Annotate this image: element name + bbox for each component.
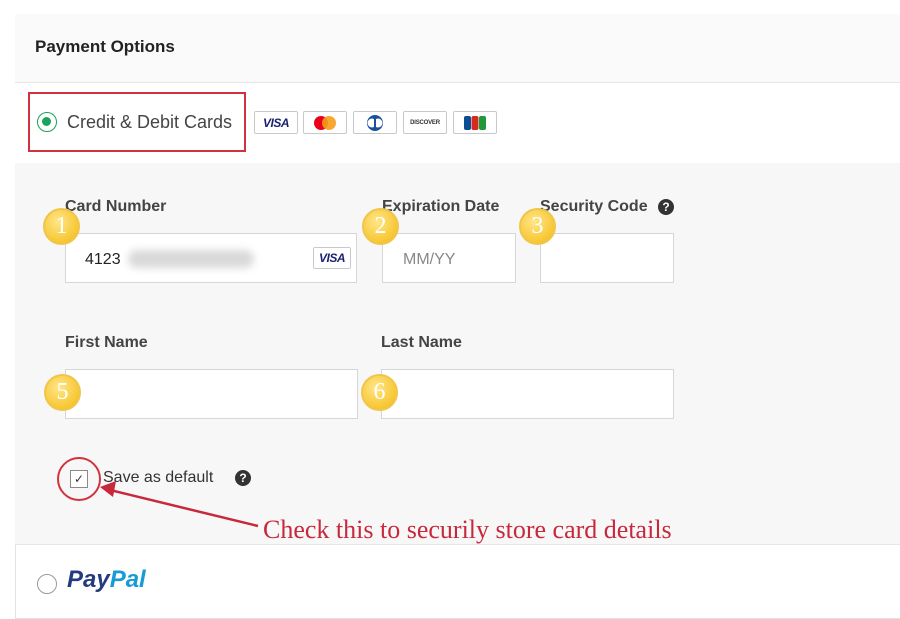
annotation-note: Check this to securily store card detail…: [263, 515, 672, 544]
paypal-logo[interactable]: PayPal: [67, 566, 146, 594]
paypal-logo-part2: Pal: [109, 566, 146, 593]
paypal-logo-part1: Pay: [67, 566, 110, 593]
paypal-radio[interactable]: [37, 574, 57, 594]
